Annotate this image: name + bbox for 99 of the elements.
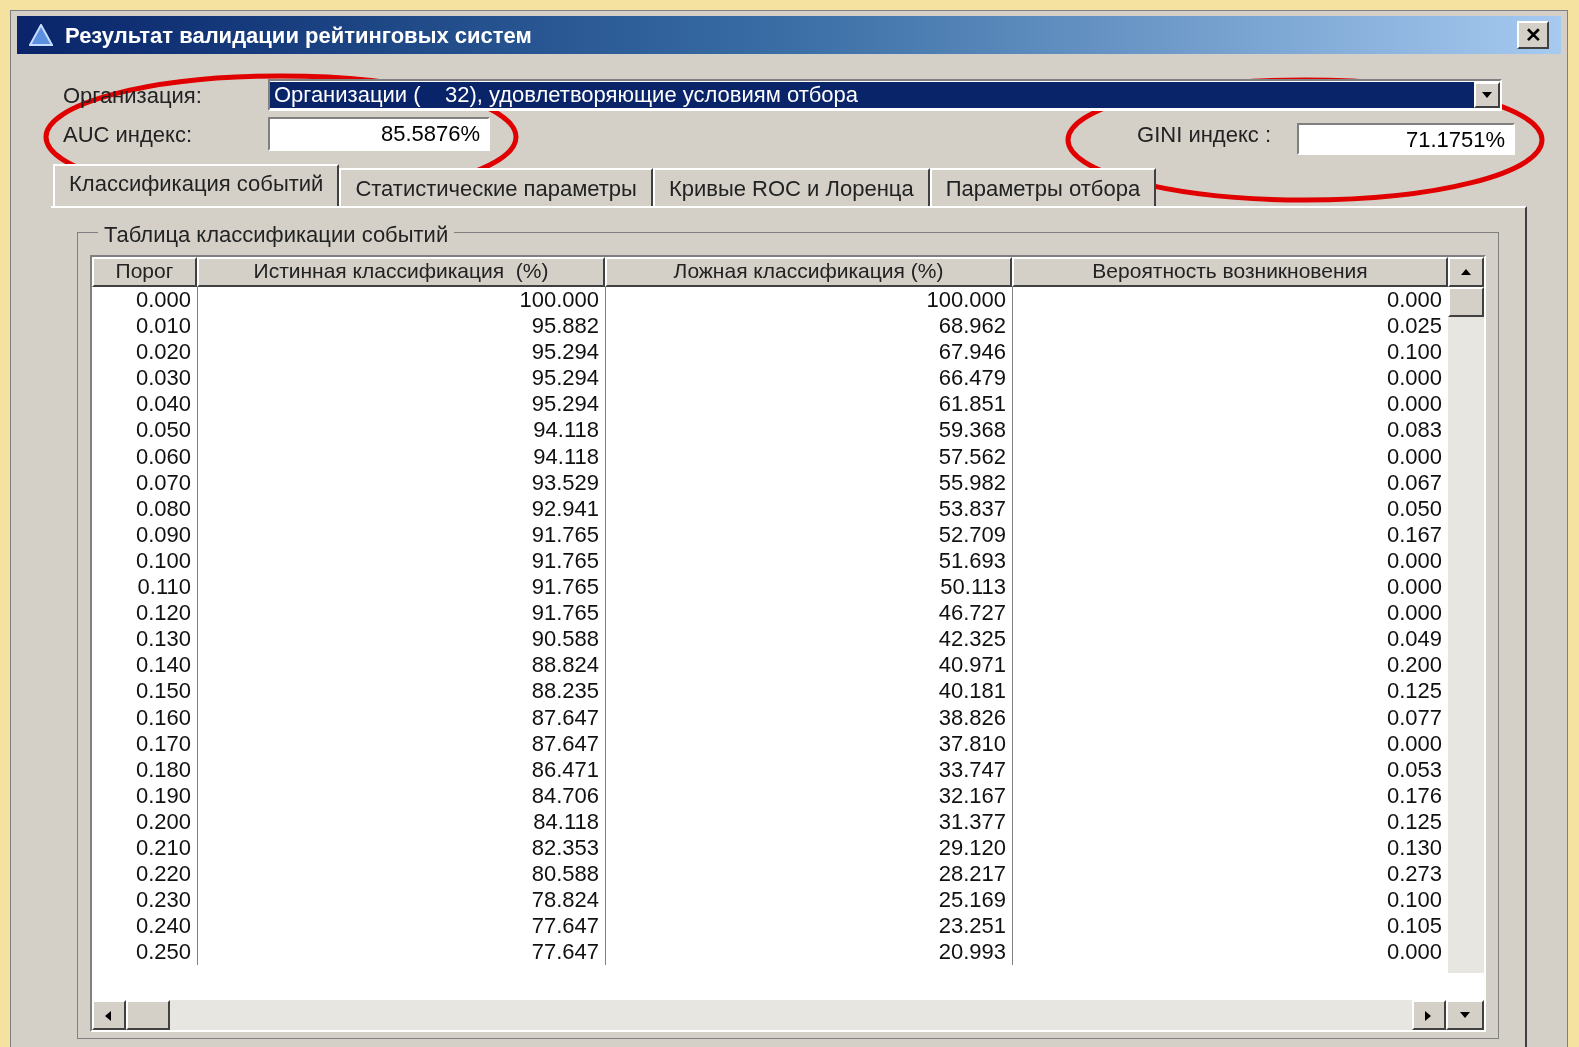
table-cell: 82.353 <box>197 834 605 862</box>
column-header[interactable]: Порог <box>92 257 197 287</box>
table-cell-text: 0.160 <box>134 704 192 731</box>
field-label: AUC индекс: <box>63 120 194 149</box>
table-cell: 38.826 <box>605 704 1012 731</box>
table-cell-text: 0.140 <box>134 652 192 679</box>
table-cell-text: 0.250 <box>134 939 192 966</box>
dropdown-value: Организации ( 32), удовлетворяющие условиям отбора <box>270 82 1474 108</box>
table-cell: 40.971 <box>605 652 1012 679</box>
table-cell-text: 0.030 <box>134 365 192 392</box>
table-cell: 25.169 <box>605 887 1012 914</box>
table-cell-text: 0.180 <box>134 756 192 783</box>
table-cell: 31.377 <box>605 808 1012 835</box>
table-cell: 46.727 <box>605 600 1012 627</box>
table-cell: 92.941 <box>197 495 605 522</box>
table-cell: 52.709 <box>605 521 1012 548</box>
table-cell: 66.479 <box>605 365 1012 392</box>
tab[interactable]: Кривые ROC и Лоренца <box>652 168 930 206</box>
table-cell: 88.824 <box>197 652 605 679</box>
table-cell: 86.471 <box>197 756 605 783</box>
vertical-scrollbar[interactable] <box>1448 257 1484 973</box>
table-cell: 23.251 <box>605 913 1012 940</box>
table-cell: 95.882 <box>197 313 605 340</box>
table-cell: 29.120 <box>605 834 1012 862</box>
table-cell: 91.765 <box>197 547 605 575</box>
table-cell: 88.235 <box>197 678 605 705</box>
table-cell: 42.325 <box>605 626 1012 653</box>
close-button[interactable]: ✕ <box>1517 21 1549 49</box>
field-label: GINI индекс : <box>1137 120 1271 149</box>
column-header[interactable]: Истинная классификация (%) <box>197 257 605 287</box>
table-cell: 51.693 <box>605 547 1012 575</box>
scroll-thumb[interactable] <box>1448 287 1484 317</box>
table-cell-text: 0.220 <box>134 861 192 888</box>
table-cell: 94.118 <box>197 417 605 444</box>
table-cell-text: 0.070 <box>134 469 192 496</box>
table-cell-text: 0.020 <box>134 339 192 366</box>
table-cell: 87.647 <box>197 730 605 757</box>
scroll-thumb[interactable] <box>126 1000 170 1030</box>
table-cell: 68.962 <box>605 313 1012 340</box>
table-cell: 53.837 <box>605 495 1012 522</box>
table-cell: 87.647 <box>197 704 605 731</box>
table-cell-text: 0.090 <box>134 521 192 548</box>
table-cell-text: 0.000 <box>134 287 192 314</box>
table-cell-text: 0.040 <box>134 391 192 418</box>
table-cell: 100.000 <box>197 287 605 314</box>
auc-field[interactable]: 85.5876% <box>268 117 490 151</box>
table-cell: 40.181 <box>605 678 1012 705</box>
table-cell-text: 0.110 <box>136 574 192 601</box>
table-cell: 94.118 <box>197 443 605 470</box>
organization-dropdown[interactable]: Организации ( 32), удовлетворяющие условиям отбора <box>268 79 1502 111</box>
table-cell: 80.588 <box>197 861 605 888</box>
table-cell-text: 0.190 <box>134 782 192 809</box>
table-cell: 91.765 <box>197 600 605 627</box>
table-cell: 67.946 <box>605 339 1012 366</box>
table-cell-text: 0.010 <box>134 313 192 340</box>
column-header[interactable]: Ложная классификация (%) <box>605 257 1012 287</box>
tab[interactable]: Классификация событий <box>53 164 340 206</box>
table-cell: 95.294 <box>197 391 605 418</box>
table-cell: 28.217 <box>605 861 1012 888</box>
table-cell: 59.368 <box>605 417 1012 444</box>
table-cell: 50.113 <box>605 574 1012 601</box>
table-cell-text: 0.120 <box>134 600 192 627</box>
table-cell: 95.294 <box>197 365 605 392</box>
horizontal-scrollbar[interactable] <box>92 1000 1446 1030</box>
table-cell-text: 0.050 <box>134 417 192 444</box>
table-cell-text: 0.230 <box>134 887 192 914</box>
table-cell: 33.747 <box>605 756 1012 783</box>
table-cell: 93.529 <box>197 469 605 496</box>
table-cell-text: 0.200 <box>134 808 192 835</box>
table-cell: 84.706 <box>197 782 605 809</box>
table-cell: 37.810 <box>605 730 1012 757</box>
table-cell: 55.982 <box>605 469 1012 496</box>
table-cell-text: 0.060 <box>134 443 192 470</box>
window-title: Результат валидации рейтинговых систем <box>65 21 532 50</box>
table-cell: 95.294 <box>197 339 605 366</box>
table-cell-text: 0.240 <box>134 913 192 940</box>
table-cell: 32.167 <box>605 782 1012 809</box>
table-cell-text: 0.170 <box>134 730 192 757</box>
table-cell: 90.588 <box>197 626 605 653</box>
table-cell: 84.118 <box>197 808 605 835</box>
table-cell-text: 0.100 <box>134 547 192 575</box>
table-cell: 20.993 <box>605 939 1012 966</box>
table-cell-text: 0.080 <box>134 495 192 522</box>
table-cell: 61.851 <box>605 391 1012 418</box>
table-cell: 91.765 <box>197 574 605 601</box>
app-icon <box>29 24 53 46</box>
gini-field[interactable]: 71.1751% <box>1297 123 1515 155</box>
table-cell: 100.000 <box>605 287 1012 314</box>
table-cell: 77.647 <box>197 939 605 966</box>
table-cell: 77.647 <box>197 913 605 940</box>
table-cell: 78.824 <box>197 887 605 914</box>
table-cell: 57.562 <box>605 443 1012 470</box>
column-header[interactable]: Вероятность возникновения <box>1012 257 1448 287</box>
tab[interactable]: Статистические параметры <box>339 168 653 206</box>
table-cell-text: 0.130 <box>134 626 192 653</box>
table-cell-text: 0.210 <box>134 834 192 862</box>
tab[interactable]: Параметры отбора <box>929 168 1157 206</box>
table-cell: 91.765 <box>197 521 605 548</box>
table-cell-text: 0.150 <box>134 678 192 705</box>
